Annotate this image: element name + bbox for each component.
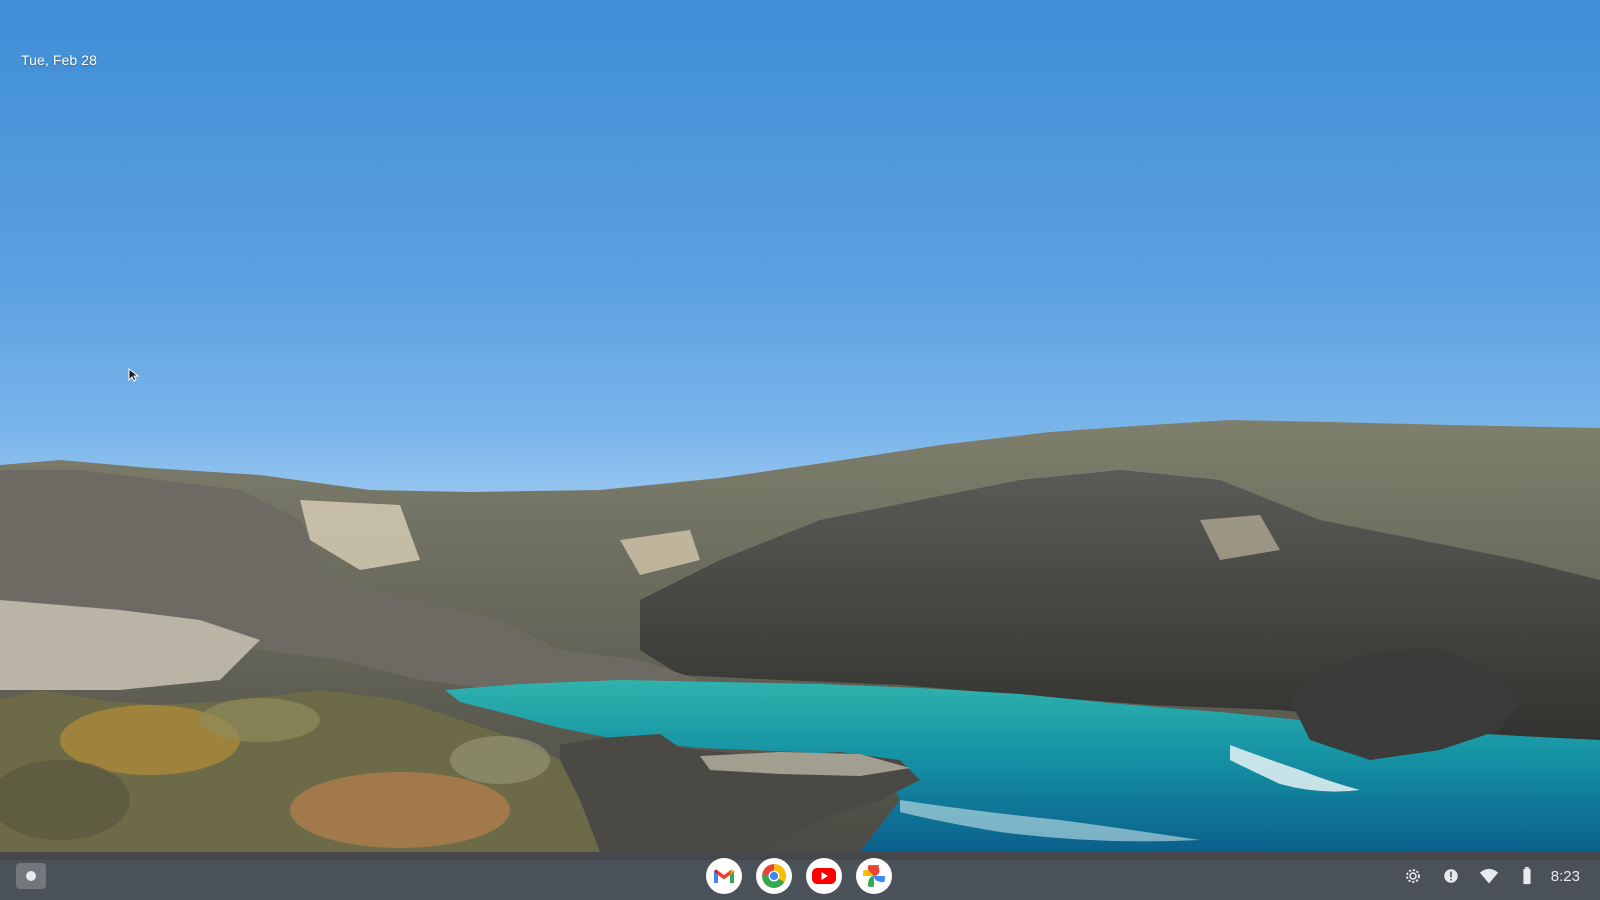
gmail-icon [714, 869, 734, 883]
desktop: Tue, Feb 28 8:23 [0, 0, 1600, 900]
shrub [290, 772, 510, 848]
photos-app[interactable] [856, 858, 892, 894]
pinned-apps [706, 858, 892, 894]
launcher-button[interactable] [16, 863, 46, 889]
launcher-icon [26, 871, 36, 881]
chrome-app[interactable] [756, 858, 792, 894]
wifi-icon [1479, 866, 1499, 886]
settings-icon [1403, 866, 1423, 886]
photos-icon [863, 865, 885, 887]
shrub [450, 736, 550, 784]
desktop-date: Tue, Feb 28 [21, 52, 98, 68]
chrome-icon [762, 864, 786, 888]
battery-icon [1517, 866, 1537, 886]
youtube-app[interactable] [806, 858, 842, 894]
youtube-icon [812, 868, 836, 884]
status-tray[interactable]: 8:23 [1403, 860, 1580, 892]
clock: 8:23 [1550, 867, 1580, 885]
wallpaper [0, 420, 1600, 860]
notification-icon [1441, 866, 1461, 886]
cursor-icon [128, 367, 140, 382]
gmail-app[interactable] [706, 858, 742, 894]
shelf: 8:23 [0, 852, 1600, 900]
shrub [200, 698, 320, 742]
